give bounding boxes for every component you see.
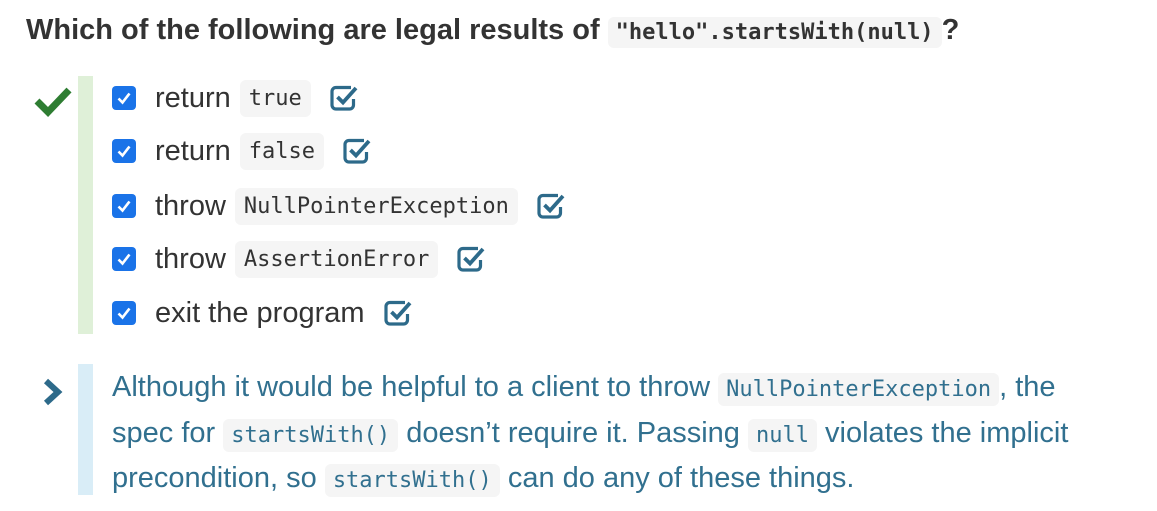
- explanation-code: startsWith(): [324, 464, 500, 497]
- answer-option-return-true[interactable]: return true: [112, 78, 359, 118]
- answer-option-throw-npe[interactable]: throw NullPointerException: [112, 186, 566, 226]
- answer-option-return-false[interactable]: return false: [112, 131, 372, 171]
- explanation-part: Although it would be helpful to a client…: [112, 371, 711, 403]
- square-check-icon: [329, 84, 359, 112]
- option-label: throw: [155, 189, 226, 222]
- option-label: exit the program: [155, 296, 365, 329]
- option-code: false: [239, 132, 324, 170]
- option-label: return: [155, 134, 231, 167]
- square-check-icon: [383, 299, 413, 327]
- option-code: true: [239, 79, 311, 117]
- checkmark-icon: [34, 85, 72, 122]
- explanation-code: null: [748, 418, 817, 452]
- question-code: "hello".startsWith(null): [607, 17, 942, 48]
- answers-correct-bar: [78, 76, 93, 334]
- square-check-icon: [342, 137, 372, 165]
- explanation-code: NullPointerException: [718, 373, 1000, 406]
- option-code: AssertionError: [234, 240, 439, 278]
- question-mark: ?: [941, 14, 960, 46]
- option-label: throw: [155, 242, 226, 275]
- answer-option-throw-assertion-error[interactable]: throw AssertionError: [112, 239, 486, 279]
- question-text: Which of the following are legal results…: [26, 14, 600, 46]
- square-check-icon: [536, 192, 566, 220]
- explanation-code: startsWith(): [223, 418, 399, 452]
- checkbox-checked-icon[interactable]: [112, 301, 136, 325]
- explanation-bar: [78, 364, 93, 495]
- square-check-icon: [456, 245, 486, 273]
- answer-option-exit-program[interactable]: exit the program: [112, 293, 413, 333]
- chevron-right-icon[interactable]: [42, 378, 64, 411]
- checkbox-checked-icon[interactable]: [112, 247, 136, 271]
- checkbox-checked-icon[interactable]: [112, 194, 136, 218]
- question-title: Which of the following are legal results…: [26, 14, 960, 48]
- option-code: NullPointerException: [234, 187, 518, 225]
- checkbox-checked-icon[interactable]: [112, 139, 136, 163]
- option-label: return: [155, 81, 231, 114]
- explanation-part: doesn’t require it. Passing: [406, 416, 740, 449]
- checkbox-checked-icon[interactable]: [112, 86, 136, 110]
- explanation-text: Although it would be helpful to a client…: [112, 366, 1122, 503]
- explanation-part: can do any of these things.: [507, 462, 855, 494]
